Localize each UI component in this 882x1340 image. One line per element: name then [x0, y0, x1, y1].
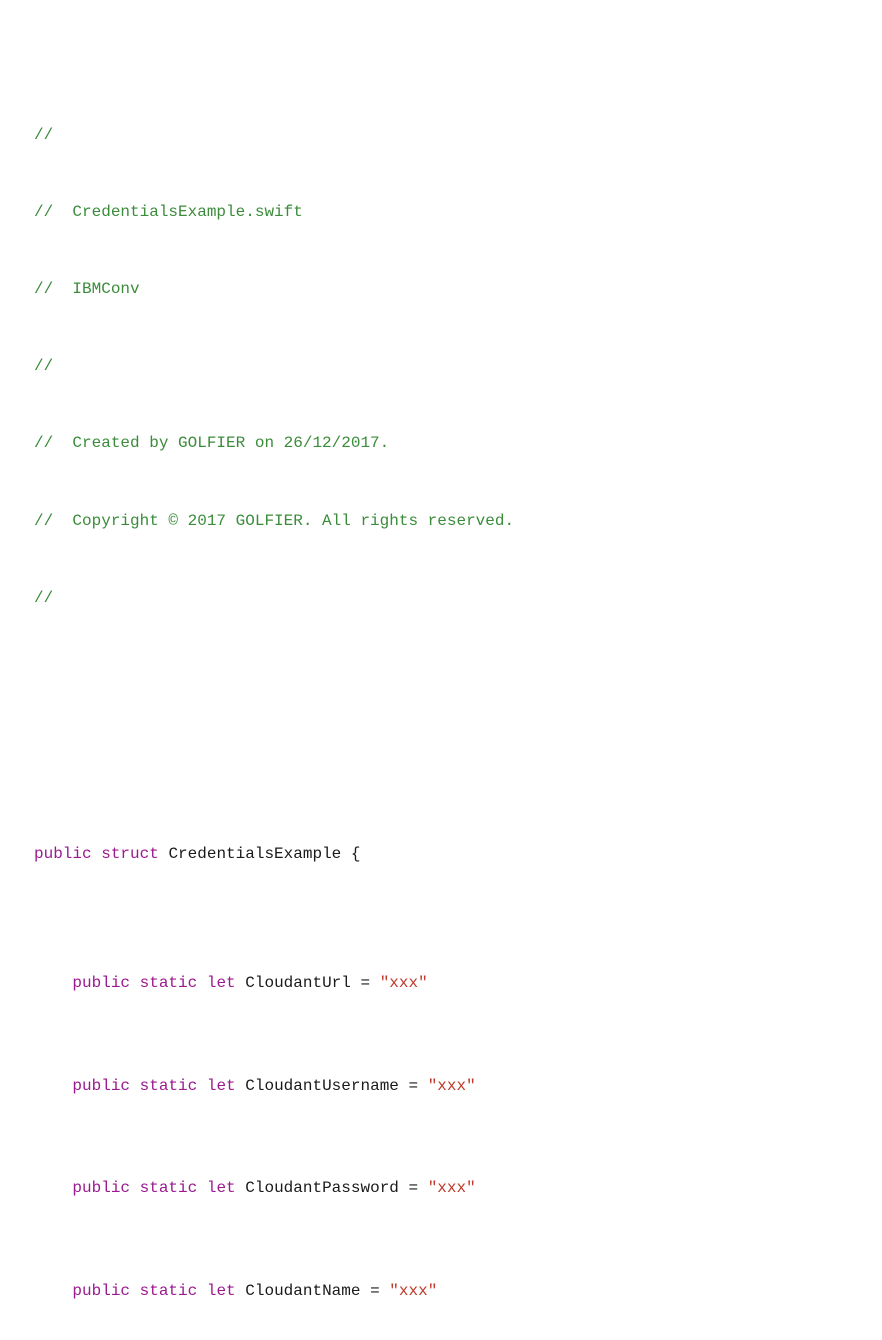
indent [34, 1279, 72, 1305]
keyword-public: public [72, 971, 130, 997]
keyword-let: let [207, 971, 236, 997]
field-value: "xxx" [380, 971, 428, 997]
keyword-public: public [34, 842, 92, 868]
keyword-let: let [207, 1074, 236, 1100]
keyword-public: public [72, 1176, 130, 1202]
comment-line-2: // CredentialsExample.swift [30, 200, 852, 226]
blank-line [30, 714, 852, 740]
space [130, 971, 140, 997]
indent [34, 1074, 72, 1100]
struct-name: CredentialsExample { [168, 842, 360, 868]
space [236, 1176, 246, 1202]
code-editor: // // CredentialsExample.swift // IBMCon… [30, 20, 852, 1340]
field-name: CloudantPassword = [245, 1176, 427, 1202]
comment-line-7: // [30, 586, 852, 612]
indent [34, 1176, 72, 1202]
space [236, 1074, 246, 1100]
keyword-let: let [207, 1279, 236, 1305]
keyword-public: public [72, 1074, 130, 1100]
comment-line-3: // IBMConv [30, 277, 852, 303]
space [92, 842, 102, 868]
keyword-struct: struct [101, 842, 159, 868]
space [236, 1279, 246, 1305]
comment-line-6: // Copyright © 2017 GOLFIER. All rights … [30, 508, 852, 534]
space [130, 1176, 140, 1202]
struct-declaration: public struct CredentialsExample { [30, 842, 852, 868]
keyword-static: static [140, 971, 198, 997]
space [130, 1279, 140, 1305]
space [130, 1074, 140, 1100]
indent [34, 971, 72, 997]
comment-text: // [34, 123, 53, 149]
comment-text: // CredentialsExample.swift [34, 200, 303, 226]
comment-text: // Copyright © 2017 GOLFIER. All rights … [34, 509, 514, 535]
space [236, 971, 246, 997]
comment-text: // Created by GOLFIER on 26/12/2017. [34, 431, 389, 457]
field-value: "xxx" [389, 1279, 437, 1305]
field-name: CloudantUrl = [245, 971, 379, 997]
comment-text: // [34, 586, 53, 612]
comment-line-1: // [30, 122, 852, 148]
comment-line-4: // [30, 354, 852, 380]
field-value: "xxx" [428, 1074, 476, 1100]
field-cloudant-url: public static let CloudantUrl = "xxx" [30, 971, 852, 997]
field-name: CloudantName = [245, 1279, 389, 1305]
field-value: "xxx" [428, 1176, 476, 1202]
keyword-static: static [140, 1176, 198, 1202]
space [197, 1279, 207, 1305]
keyword-static: static [140, 1074, 198, 1100]
keyword-public: public [72, 1279, 130, 1305]
space [197, 1176, 207, 1202]
space [197, 971, 207, 997]
keyword-static: static [140, 1279, 198, 1305]
field-name: CloudantUsername = [245, 1074, 427, 1100]
field-cloudant-name: public static let CloudantName = "xxx" [30, 1279, 852, 1305]
comment-text: // [34, 354, 53, 380]
field-cloudant-password: public static let CloudantPassword = "xx… [30, 1176, 852, 1202]
comment-line-5: // Created by GOLFIER on 26/12/2017. [30, 431, 852, 457]
comment-text: // IBMConv [34, 277, 140, 303]
space [197, 1074, 207, 1100]
field-cloudant-username: public static let CloudantUsername = "xx… [30, 1073, 852, 1099]
keyword-let: let [207, 1176, 236, 1202]
space [159, 842, 169, 868]
